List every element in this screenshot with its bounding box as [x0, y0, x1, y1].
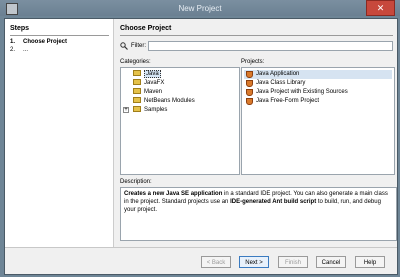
- description-bold-2: IDE-generated Ant build script: [230, 199, 317, 205]
- steps-panel: Steps 1. Choose Project 2....: [5, 19, 114, 247]
- folder-icon: [133, 106, 141, 113]
- cancel-button[interactable]: Cancel: [316, 256, 346, 268]
- tree-item-label: NetBeans Modules: [144, 98, 195, 104]
- filter-label: Filter:: [131, 43, 146, 49]
- step-label: ...: [23, 47, 29, 53]
- java-cup-icon: [246, 71, 253, 78]
- description-bold-1: Creates a new Java SE application: [124, 191, 223, 197]
- folder-icon: [133, 97, 141, 104]
- step-number: 2.: [10, 47, 16, 53]
- page-title: Choose Project: [120, 25, 172, 32]
- folder-icon: [133, 79, 141, 86]
- step-label: Choose Project: [23, 39, 68, 45]
- description-box: Creates a new Java SE application in a s…: [120, 187, 397, 241]
- list-item[interactable]: Java Class Library: [244, 79, 392, 88]
- folder-icon: [133, 70, 141, 77]
- dialog-frame: Steps 1. Choose Project 2.... Choose Proj…: [4, 18, 398, 275]
- back-button[interactable]: < Back: [201, 256, 231, 268]
- categories-label: Categories:: [120, 59, 151, 65]
- projects-list[interactable]: Java Application Java Class Library Java…: [241, 67, 395, 175]
- help-button[interactable]: Help: [355, 256, 385, 268]
- steps-divider: [10, 35, 109, 36]
- main-panel: Choose Project Filter: Categories: Proje…: [115, 19, 397, 247]
- java-cup-icon: [246, 89, 253, 96]
- filter-input[interactable]: [148, 41, 393, 51]
- tree-item-label: Samples: [144, 107, 168, 113]
- step-number: 1.: [10, 39, 16, 45]
- next-button[interactable]: Next >: [239, 256, 269, 268]
- project-label: Java Application: [256, 71, 300, 77]
- folder-icon: [133, 88, 141, 95]
- title-bar[interactable]: New Project ✕: [0, 0, 400, 16]
- filter-row: Filter:: [120, 41, 393, 53]
- java-cup-icon: [246, 80, 253, 87]
- title-divider: [120, 35, 393, 36]
- project-label: Java Free-Form Project: [256, 98, 320, 104]
- tree-item-maven[interactable]: Maven: [133, 88, 162, 97]
- list-item[interactable]: Java Free-Form Project: [244, 97, 392, 106]
- new-project-window: New Project ✕ Steps 1. Choose Project 2..…: [0, 0, 400, 277]
- steps-title: Steps: [10, 25, 30, 32]
- tree-item-samples[interactable]: Samples: [133, 106, 167, 115]
- java-cup-icon: [246, 98, 253, 105]
- tree-item-netbeans-modules[interactable]: NetBeans Modules: [133, 97, 195, 106]
- list-item[interactable]: Java Application: [244, 70, 392, 79]
- projects-label: Projects:: [241, 59, 265, 65]
- finish-button[interactable]: Finish: [278, 256, 308, 268]
- categories-tree[interactable]: Java JavaFX Maven NetBeans Modules + Sam…: [120, 67, 240, 175]
- close-button[interactable]: ✕: [366, 0, 395, 16]
- window-title: New Project: [178, 4, 222, 13]
- search-icon: [120, 42, 128, 50]
- list-item[interactable]: Java Project with Existing Sources: [244, 88, 392, 97]
- step-item-1: 1. Choose Project: [10, 39, 67, 45]
- tree-item-label: Maven: [144, 89, 163, 95]
- footer-divider: [5, 247, 397, 248]
- tree-item-label: JavaFX: [144, 80, 165, 86]
- description-label: Description:: [120, 179, 152, 185]
- tree-item-java[interactable]: Java: [133, 70, 161, 79]
- step-item-2: 2....: [10, 47, 28, 53]
- tree-item-javafx[interactable]: JavaFX: [133, 79, 164, 88]
- expand-icon[interactable]: +: [123, 107, 129, 113]
- project-label: Java Class Library: [256, 80, 306, 86]
- tree-item-label: Java: [144, 70, 161, 78]
- project-label: Java Project with Existing Sources: [256, 89, 348, 95]
